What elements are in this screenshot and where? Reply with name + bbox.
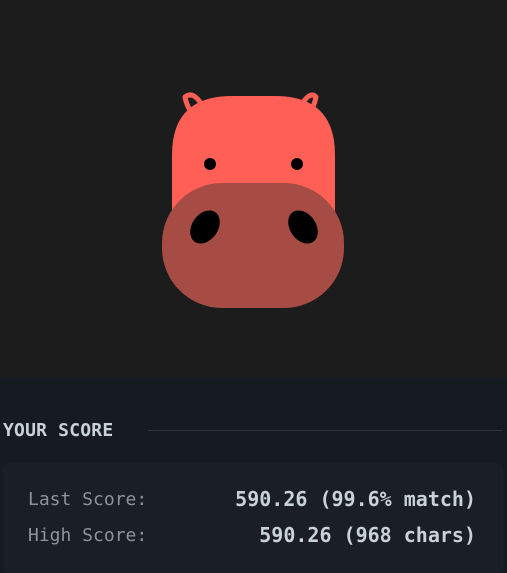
hippo-snout: [162, 183, 344, 308]
last-score-label: Last Score:: [28, 489, 148, 510]
right-eye: [291, 158, 303, 170]
hippo-image: [162, 92, 344, 308]
score-header: YOUR SCORE: [0, 414, 507, 448]
high-score-row: High Score: 590.26 (968 chars): [3, 521, 503, 551]
target-preview: [0, 0, 507, 377]
header-divider: [148, 430, 502, 431]
last-score-row: Last Score: 590.26 (99.6% match): [3, 485, 503, 515]
left-eye: [204, 158, 216, 170]
last-score-value: 590.26 (99.6% match): [235, 487, 476, 511]
high-score-label: High Score:: [28, 525, 148, 546]
score-title: YOUR SCORE: [3, 420, 114, 441]
high-score-value: 590.26 (968 chars): [259, 523, 476, 547]
